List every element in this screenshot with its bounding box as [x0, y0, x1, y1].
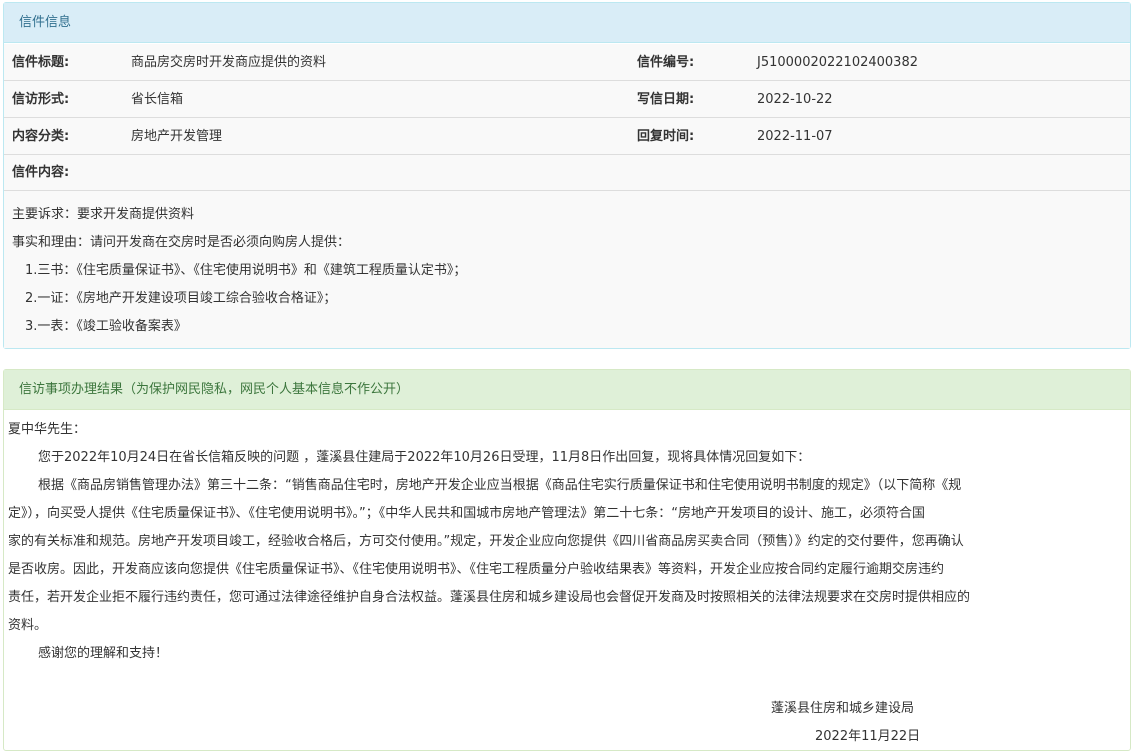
reply-thanks: 感谢您的理解和支持！: [38, 646, 169, 661]
reply-salutation: 夏中华先生：: [8, 422, 87, 437]
reply-result-panel: 信访事项办理结果（为保护网民隐私，网民个人基本信息不作公开） 夏中华先生： 您于…: [3, 369, 1131, 751]
value-letter-title: 商品房交房时开发商应提供的资料: [131, 55, 327, 70]
reply-paragraph-line: 资料。: [8, 618, 48, 633]
label-letter-title: 信件标题:: [12, 55, 70, 70]
reply-paragraph-line: 定》），向买受人提供《住宅质量保证书》、《住宅使用说明书》。”；《中华人民共和国…: [8, 506, 925, 521]
content-line: 2.一证：《房地产开发建设项目竣工综合验收合格证》；: [12, 291, 337, 306]
value-letter-number: J5100002022102400382: [757, 55, 918, 70]
label-letter-content: 信件内容:: [12, 165, 70, 180]
info-row-title: 信件标题: 商品房交房时开发商应提供的资料 信件编号: J51000020221…: [4, 44, 1130, 81]
reply-paragraph-line: 责任，若开发企业拒不履行违约责任，您可通过法律途径维护自身合法权益。蓬溪县住房和…: [8, 590, 971, 605]
content-line: 事实和理由：请问开发商在交房时是否必须向购房人提供：: [12, 235, 351, 250]
signature-organization: 蓬溪县住房和城乡建设局: [771, 701, 915, 716]
content-line: 主要诉求：要求开发商提供资料: [12, 207, 195, 222]
info-row-form: 信访形式: 省长信箱 写信日期: 2022-10-22: [4, 81, 1130, 118]
info-row-content-label: 信件内容:: [4, 155, 1130, 191]
label-reply-time: 回复时间:: [637, 129, 695, 144]
value-petition-form: 省长信箱: [131, 92, 184, 107]
label-write-date: 写信日期:: [637, 92, 695, 107]
label-content-category: 内容分类:: [12, 129, 70, 144]
letter-content-body: 主要诉求：要求开发商提供资料 事实和理由：请问开发商在交房时是否必须向购房人提供…: [4, 191, 1130, 348]
content-line: 3.一表：《竣工验收备案表》: [12, 319, 187, 334]
content-line: 1.三书：《住宅质量保证书》、《住宅使用说明书》和《建筑工程质量认定书》；: [12, 263, 467, 278]
value-content-category: 房地产开发管理: [131, 129, 223, 144]
reply-paragraph-line: 根据《商品房销售管理办法》第三十二条：“销售商品住宅时，房地产开发企业应当根据《…: [38, 478, 962, 493]
letter-info-heading: 信件信息: [4, 3, 1130, 43]
reply-paragraph-intro: 您于2022年10月24日在省长信箱反映的问题 ，蓬溪县住建局于2022年10月…: [38, 450, 811, 465]
label-petition-form: 信访形式:: [12, 92, 70, 107]
reply-result-heading: 信访事项办理结果（为保护网民隐私，网民个人基本信息不作公开）: [4, 370, 1130, 410]
value-reply-time: 2022-11-07: [757, 129, 833, 144]
label-letter-number: 信件编号:: [637, 55, 695, 70]
signature-date: 2022年11月22日: [815, 729, 921, 744]
reply-paragraph-line: 是否收房。因此，开发商应该向您提供《住宅质量保证书》、《住宅使用说明书》、《住宅…: [8, 562, 945, 577]
value-write-date: 2022-10-22: [757, 92, 833, 107]
info-row-category: 内容分类: 房地产开发管理 回复时间: 2022-11-07: [4, 118, 1130, 155]
letter-info-panel: 信件信息 信件标题: 商品房交房时开发商应提供的资料 信件编号: J510000…: [3, 2, 1131, 349]
reply-paragraph-line: 家的有关标准和规范。房地产开发项目竣工，经验收合格后，方可交付使用。”规定，开发…: [8, 534, 964, 549]
